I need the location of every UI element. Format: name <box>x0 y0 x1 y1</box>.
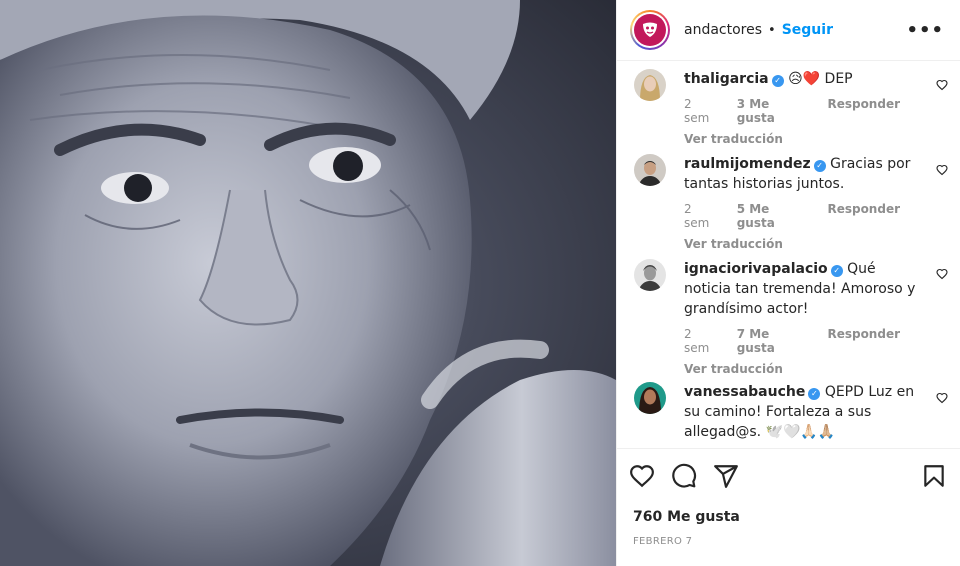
andactores-logo <box>634 14 666 46</box>
comment-likes[interactable]: 5 Me gusta <box>737 202 812 230</box>
verified-badge-icon: ✓ <box>830 265 843 277</box>
verified-badge-icon: ✓ <box>813 160 826 172</box>
comment-time[interactable]: 2 sem <box>684 97 721 125</box>
post-sidebar: andactores • Seguir ••• thaligarcia ✓ 😥❤… <box>616 0 960 566</box>
post-photo[interactable] <box>0 0 616 566</box>
avatar-vanessabauche <box>634 382 666 414</box>
instagram-post: andactores • Seguir ••• thaligarcia ✓ 😥❤… <box>0 0 960 566</box>
verified-badge-icon: ✓ <box>771 75 784 87</box>
share-icon[interactable] <box>713 463 739 489</box>
avatar-ignaciorivapalacio <box>634 259 666 291</box>
comment-username[interactable]: vanessabauche <box>684 384 805 400</box>
comment-item: thaligarcia ✓ 😥❤️ DEP 2 sem 3 Me gusta Re… <box>617 69 932 146</box>
avatar[interactable] <box>634 259 666 291</box>
comment-item: ignaciorivapalacio ✓ Qué noticia tan trem… <box>617 259 932 376</box>
comment-username[interactable]: raulmijomendez <box>684 156 811 172</box>
comment-icon[interactable] <box>671 463 697 489</box>
comment-likes[interactable]: 3 Me gusta <box>737 97 812 125</box>
comment-username[interactable]: ignaciorivapalacio <box>684 261 828 277</box>
avatar[interactable] <box>634 69 666 101</box>
comment-like-heart-icon[interactable] <box>936 79 948 91</box>
comment-like-heart-icon[interactable] <box>936 164 948 176</box>
see-translation-link[interactable]: Ver traducción <box>684 237 916 251</box>
heart-icon[interactable] <box>629 463 655 489</box>
more-icon[interactable]: ••• <box>906 20 944 41</box>
account-avatar[interactable] <box>630 10 670 50</box>
post-header: andactores • Seguir ••• <box>617 0 960 61</box>
portrait-image <box>0 0 616 566</box>
see-translation-link[interactable]: Ver traducción <box>684 362 916 376</box>
comment-item: vanessabauche ✓ QEPD Luz en su camino! Fo… <box>617 382 932 442</box>
avatar[interactable] <box>634 154 666 186</box>
comment-item: raulmijomendez ✓ Gracias por tantas histo… <box>617 154 932 251</box>
avatar-raulmijomendez <box>634 154 666 186</box>
mask-icon <box>643 22 657 37</box>
verified-badge-icon: ✓ <box>808 388 821 400</box>
post-likes-count[interactable]: 760 Me gusta <box>633 509 740 525</box>
avatar[interactable] <box>634 382 666 414</box>
see-translation-link[interactable]: Ver traducción <box>684 132 916 146</box>
comment-like-heart-icon[interactable] <box>936 268 948 280</box>
bookmark-icon[interactable] <box>921 463 947 489</box>
post-date[interactable]: FEBRERO 7 <box>633 536 692 547</box>
comment-time[interactable]: 2 sem <box>684 202 721 230</box>
comment-username[interactable]: thaligarcia <box>684 71 769 87</box>
reply-button[interactable]: Responder <box>827 327 900 355</box>
comment-text: 😥❤️ DEP <box>788 71 853 87</box>
comments-list[interactable]: thaligarcia ✓ 😥❤️ DEP 2 sem 3 Me gusta Re… <box>617 62 960 448</box>
reply-button[interactable]: Responder <box>827 202 900 230</box>
comment-like-heart-icon[interactable] <box>936 392 948 404</box>
separator-dot: • <box>768 22 776 38</box>
comment-likes[interactable]: 7 Me gusta <box>737 327 812 355</box>
post-actions: 760 Me gusta FEBRERO 7 <box>617 448 960 566</box>
avatar-thaligarcia <box>634 69 666 101</box>
comment-time[interactable]: 2 sem <box>684 327 721 355</box>
reply-button[interactable]: Responder <box>827 97 900 125</box>
account-username[interactable]: andactores <box>684 22 762 38</box>
follow-button[interactable]: Seguir <box>782 22 833 38</box>
